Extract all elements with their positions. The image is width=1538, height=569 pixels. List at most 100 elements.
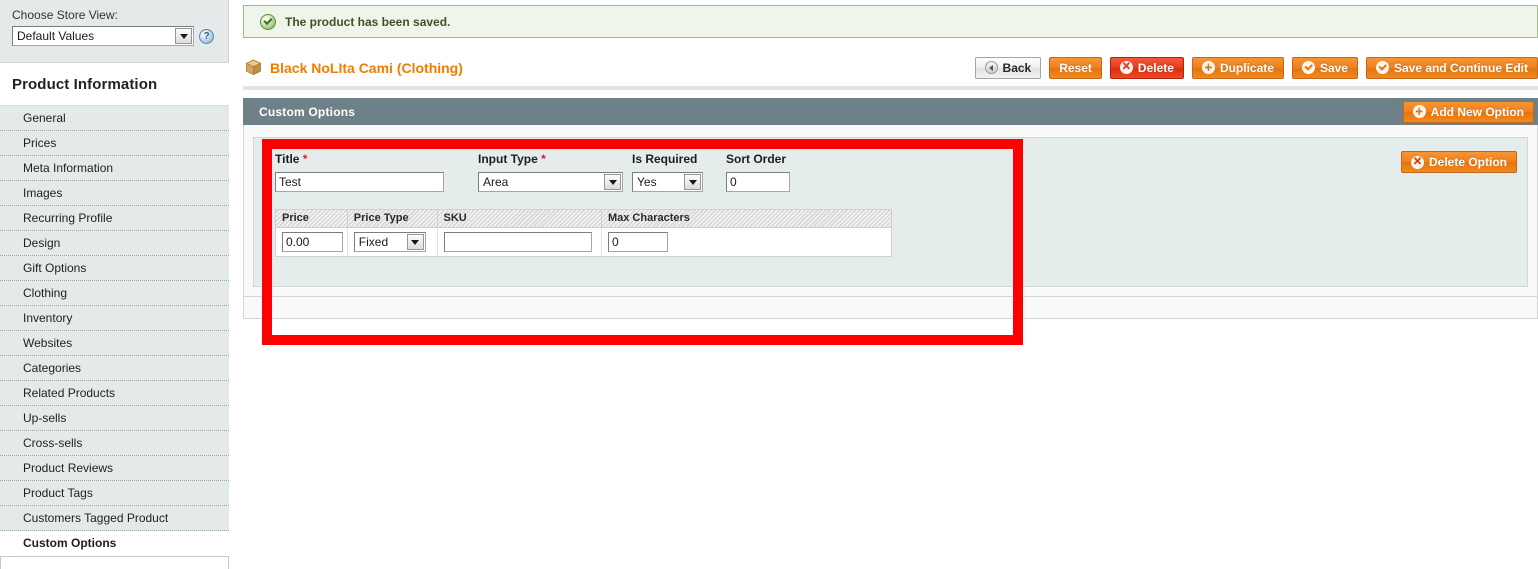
duplicate-button-label: Duplicate bbox=[1219, 60, 1274, 75]
store-view-select[interactable]: Default Values bbox=[12, 26, 194, 46]
check-circle-icon bbox=[1301, 61, 1315, 74]
cell-sku bbox=[438, 228, 602, 256]
option-fields-row: Title * Input Type * Area bbox=[275, 152, 1513, 192]
sidebar-item-clothing[interactable]: Clothing bbox=[0, 281, 229, 306]
max-characters-input[interactable] bbox=[607, 232, 668, 252]
add-new-option-label: Add New Option bbox=[1430, 104, 1524, 119]
sidebar-item-cross-sells[interactable]: Cross-sells bbox=[0, 431, 229, 456]
page-title-wrap: Black NoLIta Cami (Clothing) bbox=[243, 59, 463, 76]
option-values-table: Price Price Type SKU Max Characters Fixe… bbox=[275, 209, 892, 257]
cell-max-characters bbox=[602, 228, 891, 256]
page-action-buttons: Back Reset ✕ Delete + Duplicate Save Sav… bbox=[974, 56, 1538, 79]
save-and-continue-edit-button-label: Save and Continue Edit bbox=[1393, 60, 1528, 75]
product-information-heading: Product Information bbox=[12, 76, 158, 93]
sort-order-input[interactable] bbox=[726, 172, 790, 192]
custom-options-header: Custom Options + Add New Option bbox=[243, 98, 1538, 125]
delete-circle-icon: ✕ bbox=[1119, 61, 1133, 74]
success-message: The product has been saved. bbox=[243, 5, 1538, 38]
is-required-field-group: Is Required Yes bbox=[632, 152, 722, 192]
delete-option-wrap: ✕ Delete Option bbox=[1400, 151, 1517, 173]
check-circle-icon bbox=[1375, 61, 1389, 74]
left-sidebar: Choose Store View: Default Values ? Prod… bbox=[0, 0, 229, 569]
input-type-select[interactable]: Area bbox=[478, 172, 623, 192]
help-icon[interactable]: ? bbox=[199, 28, 214, 44]
input-type-select-value: Area bbox=[483, 175, 509, 189]
delete-button-label: Delete bbox=[1137, 60, 1174, 75]
page-title: Black NoLIta Cami (Clothing) bbox=[270, 59, 463, 76]
main-content: The product has been saved. Black NoLIta… bbox=[243, 0, 1538, 563]
reset-button[interactable]: Reset bbox=[1049, 56, 1102, 79]
sidebar-item-meta-information[interactable]: Meta Information bbox=[0, 156, 229, 181]
sidebar-item-websites[interactable]: Websites bbox=[0, 331, 229, 356]
sidebar-item-design[interactable]: Design bbox=[0, 231, 229, 256]
title-label: Title * bbox=[275, 152, 461, 166]
column-header-sku: SKU bbox=[438, 210, 602, 227]
sku-input[interactable] bbox=[443, 232, 592, 252]
cell-price bbox=[276, 228, 348, 256]
is-required-select-value: Yes bbox=[637, 175, 657, 189]
sort-order-label: Sort Order bbox=[726, 152, 787, 166]
input-type-label-text: Input Type bbox=[478, 152, 538, 166]
store-view-row: Default Values ? bbox=[12, 26, 218, 46]
column-header-max-characters: Max Characters bbox=[607, 212, 690, 224]
plus-circle-icon: + bbox=[1412, 105, 1426, 118]
custom-options-footer bbox=[243, 297, 1538, 319]
sidebar-item-custom-options[interactable]: Custom Options bbox=[0, 531, 229, 556]
input-type-field-group: Input Type * Area bbox=[478, 152, 628, 192]
cell-price-type: Fixed bbox=[348, 228, 438, 256]
sidebar-item-inventory[interactable]: Inventory bbox=[0, 306, 229, 331]
delete-button[interactable]: ✕ Delete bbox=[1109, 56, 1184, 79]
sidebar-item-recurring-profile[interactable]: Recurring Profile bbox=[0, 206, 229, 231]
is-required-select[interactable]: Yes bbox=[632, 172, 703, 192]
column-header-price-type: Price Type bbox=[348, 210, 438, 227]
add-new-option-button[interactable]: + Add New Option bbox=[1402, 100, 1534, 123]
success-message-text: The product has been saved. bbox=[285, 14, 451, 29]
duplicate-button[interactable]: + Duplicate bbox=[1191, 56, 1284, 79]
store-view-label: Choose Store View: bbox=[12, 8, 118, 22]
sidebar-item-up-sells[interactable]: Up-sells bbox=[0, 406, 229, 431]
chevron-down-icon[interactable] bbox=[175, 28, 192, 44]
title-input[interactable] bbox=[275, 172, 444, 192]
sidebar-item-general[interactable]: General bbox=[0, 106, 229, 131]
sidebar-item-related-products[interactable]: Related Products bbox=[0, 381, 229, 406]
store-view-select-value: Default Values bbox=[17, 29, 95, 43]
price-type-select[interactable]: Fixed bbox=[353, 232, 426, 252]
reset-button-label: Reset bbox=[1059, 60, 1092, 75]
required-asterisk: * bbox=[541, 152, 546, 166]
save-and-continue-edit-button[interactable]: Save and Continue Edit bbox=[1365, 56, 1538, 79]
back-button[interactable]: Back bbox=[974, 56, 1042, 79]
title-label-text: Title bbox=[275, 152, 300, 166]
product-box-icon bbox=[245, 59, 262, 76]
delete-option-label: Delete Option bbox=[1428, 155, 1507, 169]
sidebar-item-images[interactable]: Images bbox=[0, 181, 229, 206]
back-button-label: Back bbox=[1002, 60, 1032, 75]
save-button-label: Save bbox=[1319, 60, 1348, 75]
sidebar-item-categories[interactable]: Categories bbox=[0, 356, 229, 381]
is-required-label: Is Required bbox=[632, 152, 698, 166]
price-input[interactable] bbox=[282, 232, 343, 252]
success-check-icon bbox=[260, 13, 276, 30]
custom-option-item: ✕ Delete Option Title * Input bbox=[253, 137, 1528, 287]
custom-options-panel: Custom Options + Add New Option ✕ Delete… bbox=[243, 98, 1538, 319]
chevron-down-icon[interactable] bbox=[604, 174, 621, 190]
sidebar-item-product-tags[interactable]: Product Tags bbox=[0, 481, 229, 506]
title-field-group: Title * bbox=[275, 152, 461, 192]
chevron-down-icon[interactable] bbox=[406, 234, 424, 250]
save-button[interactable]: Save bbox=[1291, 56, 1358, 79]
sidebar-item-product-reviews[interactable]: Product Reviews bbox=[0, 456, 229, 481]
header-divider bbox=[243, 86, 1538, 90]
product-information-nav: General Prices Meta Information Images Recur… bbox=[0, 105, 229, 556]
sidebar-item-customers-tagged-product[interactable]: Customers Tagged Product bbox=[0, 506, 229, 531]
price-type-select-value: Fixed bbox=[358, 235, 389, 249]
input-type-label: Input Type * bbox=[478, 152, 628, 166]
required-asterisk: * bbox=[302, 152, 308, 166]
sidebar-item-gift-options[interactable]: Gift Options bbox=[0, 256, 229, 281]
page-header: Black NoLIta Cami (Clothing) Back Reset … bbox=[243, 50, 1538, 85]
delete-option-button[interactable]: ✕ Delete Option bbox=[1400, 151, 1517, 173]
option-values-table-header: Price Price Type SKU Max Characters bbox=[276, 210, 891, 228]
sidebar-item-prices[interactable]: Prices bbox=[0, 131, 229, 156]
table-row: Fixed bbox=[276, 228, 891, 256]
arrow-left-icon bbox=[984, 61, 998, 74]
chevron-down-icon[interactable] bbox=[684, 174, 701, 190]
store-view-selector-panel: Choose Store View: Default Values ? bbox=[0, 0, 229, 63]
